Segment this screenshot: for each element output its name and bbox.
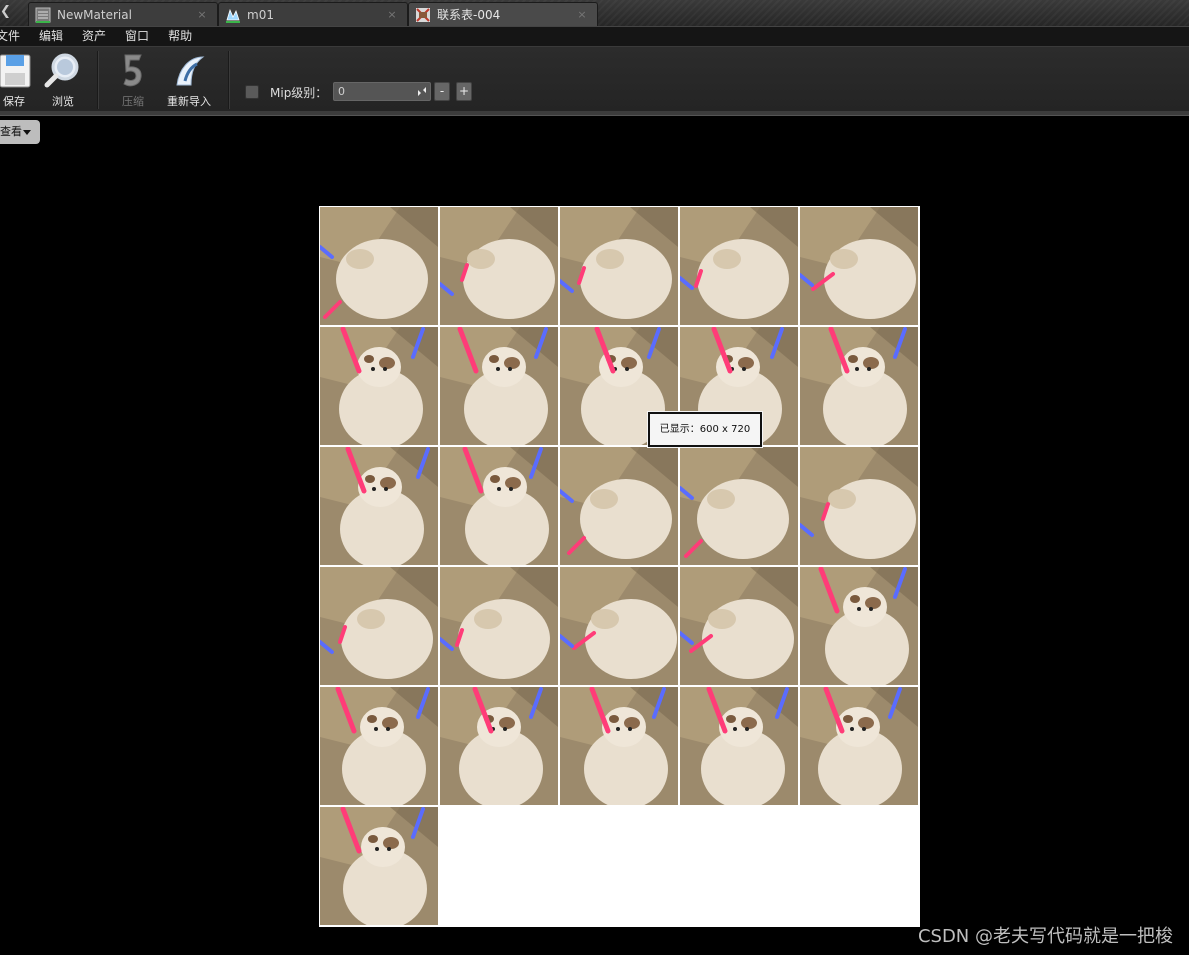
frame-thumbnail [800, 567, 918, 685]
watermark-text: CSDN @老夫写代码就是一把梭 [917, 926, 1173, 947]
frame-thumbnail [320, 327, 438, 445]
frame-thumbnail [680, 687, 798, 805]
frame-thumbnail [320, 207, 438, 325]
frame-thumbnail [680, 567, 798, 685]
menu-file[interactable]: 文件 [0, 27, 29, 47]
frame-thumbnail [440, 207, 558, 325]
compress-icon [123, 54, 142, 87]
frame-thumbnail [320, 687, 438, 805]
mip-level-label: Mip级别： [270, 86, 328, 100]
asset-toolbar: 保存 浏览 压缩 重新导入 Mip级别： 0 - + [0, 46, 1189, 111]
frame-thumbnail [320, 567, 438, 685]
compress-button[interactable]: 压缩 [109, 51, 157, 109]
tab-label: m01 [247, 7, 274, 22]
tab-m01[interactable]: m01 × [218, 2, 408, 26]
frame-thumbnail [680, 447, 798, 565]
static-mesh-icon [226, 8, 240, 23]
tab-label: NewMaterial [57, 7, 132, 22]
frame-thumbnail [320, 447, 438, 565]
frame-thumbnail [800, 327, 918, 445]
mip-decrease-button[interactable]: - [434, 82, 450, 101]
compress-label: 压缩 [122, 95, 144, 108]
contact-sheet-texture [319, 206, 920, 927]
displayed-size-tooltip: 已显示：600 x 720 [648, 412, 762, 447]
frame-thumbnail [560, 447, 678, 565]
frame-thumbnail [800, 687, 918, 805]
close-icon[interactable]: × [385, 8, 399, 21]
mip-level-value: 0 [338, 85, 345, 98]
magnifier-icon [44, 53, 79, 88]
close-icon[interactable]: × [195, 8, 209, 21]
mip-increase-button[interactable]: + [456, 82, 472, 101]
frame-thumbnail [440, 327, 558, 445]
frame-thumbnail [680, 207, 798, 325]
tab-new-material[interactable]: NewMaterial × [28, 2, 218, 26]
reimport-icon [176, 56, 205, 86]
frame-thumbnail [560, 687, 678, 805]
close-icon[interactable]: × [575, 8, 589, 21]
view-options-button[interactable]: 查看 [0, 120, 40, 144]
browse-label: 浏览 [52, 95, 74, 108]
caret-down-icon [23, 129, 31, 135]
texture-icon [416, 7, 430, 22]
reimport-button[interactable]: 重新导入 [164, 51, 214, 109]
unreal-logo-icon[interactable]: ❮ [0, 3, 12, 21]
mip-level-input[interactable]: 0 [333, 82, 431, 101]
browse-button[interactable]: 浏览 [39, 51, 87, 109]
save-icon [0, 54, 31, 88]
frame-thumbnail [320, 807, 438, 925]
menu-edit[interactable]: 编辑 [29, 27, 72, 47]
menu-asset[interactable]: 资产 [72, 27, 115, 47]
material-icon [35, 7, 51, 23]
save-label: 保存 [3, 95, 25, 108]
spin-arrow-icon[interactable] [416, 85, 428, 98]
mip-level-checkbox[interactable] [245, 85, 259, 99]
tab-contact-sheet[interactable]: 联系表-004 × [408, 2, 598, 26]
frame-thumbnail [560, 567, 678, 685]
toolbar-separator [97, 51, 99, 109]
frame-thumbnail [800, 207, 918, 325]
tab-label: 联系表-004 [437, 8, 501, 22]
frame-thumbnail [560, 207, 678, 325]
menu-window[interactable]: 窗口 [115, 27, 158, 47]
save-button[interactable]: 保存 [0, 51, 38, 109]
frame-thumbnail [800, 447, 918, 565]
view-label: 查看 [0, 125, 22, 138]
toolbar-divider [0, 111, 1189, 116]
menu-help[interactable]: 帮助 [158, 27, 201, 47]
frame-thumbnail [440, 687, 558, 805]
menu-bar: 文件 编辑 资产 窗口 帮助 [0, 26, 1189, 46]
reimport-label: 重新导入 [167, 95, 211, 108]
frame-thumbnail [440, 567, 558, 685]
document-tab-bar: ❮ NewMaterial × m01 × 联系表-004 × [0, 0, 1189, 26]
toolbar-separator [228, 51, 230, 109]
frame-thumbnail [440, 447, 558, 565]
